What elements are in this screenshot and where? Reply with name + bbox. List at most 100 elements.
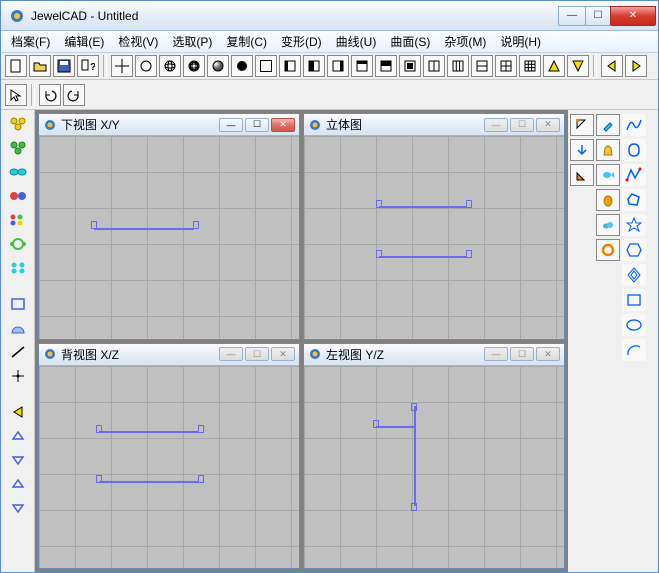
handle-icon[interactable] <box>466 250 472 258</box>
line-icon[interactable] <box>6 342 30 362</box>
menu-misc[interactable]: 杂项(M) <box>438 31 492 52</box>
handle-icon[interactable] <box>411 503 417 511</box>
ellipse-outline-icon[interactable] <box>622 314 646 336</box>
cyan-cluster-icon[interactable] <box>6 258 30 278</box>
geometry-line[interactable] <box>379 256 467 258</box>
sub-close-button[interactable]: ✕ <box>536 118 560 132</box>
menu-surface[interactable]: 曲面(S) <box>384 31 436 52</box>
open-button[interactable] <box>29 55 51 77</box>
corner-bl-icon[interactable] <box>570 164 594 186</box>
triangle-yellow-icon[interactable] <box>543 55 565 77</box>
square-box-icon[interactable] <box>399 55 421 77</box>
handle-icon[interactable] <box>376 200 382 208</box>
corner-tl-icon[interactable] <box>570 114 594 136</box>
viewport-top-canvas[interactable] <box>39 136 299 339</box>
viewport-top-titlebar[interactable]: 下视图 X/Y — ☐ ✕ <box>39 114 299 136</box>
cyan-ovals-icon[interactable] <box>6 162 30 182</box>
menu-help[interactable]: 说明(H) <box>494 31 547 52</box>
bag-icon[interactable] <box>596 139 620 161</box>
sub-min-button[interactable]: — <box>219 118 243 132</box>
sub-min-button[interactable]: — <box>484 118 508 132</box>
arc-icon[interactable] <box>622 339 646 361</box>
rect-outline-icon[interactable] <box>622 289 646 311</box>
pointer-icon[interactable] <box>5 84 27 106</box>
menu-view[interactable]: 检视(V) <box>112 31 164 52</box>
nav-up-icon[interactable] <box>6 426 30 446</box>
titlebar[interactable]: JewelCAD - Untitled — ☐ ✕ <box>1 1 658 31</box>
square-left-icon[interactable] <box>279 55 301 77</box>
geometry-line[interactable] <box>379 206 467 208</box>
viewport-persp-canvas[interactable] <box>304 136 564 339</box>
geometry-line[interactable] <box>94 228 194 230</box>
sub-close-button[interactable]: ✕ <box>271 347 295 361</box>
sphere-dense-icon[interactable] <box>183 55 205 77</box>
handle-icon[interactable] <box>373 420 379 428</box>
cross-icon[interactable] <box>6 366 30 386</box>
ring-green-icon[interactable] <box>6 234 30 254</box>
square-halfh-icon[interactable] <box>375 55 397 77</box>
geometry-line[interactable] <box>99 481 199 483</box>
handle-icon[interactable] <box>96 475 102 483</box>
new-button[interactable] <box>5 55 27 77</box>
nav-down2-icon[interactable] <box>6 498 30 518</box>
yellow-circles-icon[interactable] <box>6 114 30 134</box>
viewport-left-canvas[interactable] <box>304 366 564 569</box>
viewport-left[interactable]: 左视图 Y/Z — ☐ ✕ <box>303 343 565 570</box>
nav-up2-icon[interactable] <box>6 474 30 494</box>
menu-copy[interactable]: 复制(C) <box>220 31 273 52</box>
viewport-left-titlebar[interactable]: 左视图 Y/Z — ☐ ✕ <box>304 344 564 366</box>
crosshair-icon[interactable] <box>111 55 133 77</box>
sub-max-button[interactable]: ☐ <box>245 118 269 132</box>
star-path-icon[interactable] <box>622 214 646 236</box>
half-circle-icon[interactable] <box>6 318 30 338</box>
geometry-line[interactable] <box>414 406 416 506</box>
square-icon[interactable] <box>255 55 277 77</box>
ring-orange-icon[interactable] <box>596 239 620 261</box>
double-diamond-icon[interactable] <box>622 264 646 286</box>
prev-yellow-icon[interactable] <box>601 55 623 77</box>
square-hsplit-icon[interactable] <box>471 55 493 77</box>
viewport-back-canvas[interactable] <box>39 366 299 569</box>
sphere-wire-icon[interactable] <box>159 55 181 77</box>
redo-icon[interactable] <box>63 84 85 106</box>
menu-curve[interactable]: 曲线(U) <box>330 31 383 52</box>
viewport-persp-titlebar[interactable]: 立体图 — ☐ ✕ <box>304 114 564 136</box>
square-3col-icon[interactable] <box>447 55 469 77</box>
geometry-line[interactable] <box>376 426 414 428</box>
undo-icon[interactable] <box>39 84 61 106</box>
square-vsplit-icon[interactable] <box>423 55 445 77</box>
square-halfv-icon[interactable] <box>303 55 325 77</box>
dropper-icon[interactable] <box>596 114 620 136</box>
handle-icon[interactable] <box>198 425 204 433</box>
left-arrow-yellow-icon[interactable] <box>6 402 30 422</box>
sub-min-button[interactable]: — <box>484 347 508 361</box>
hexagon-icon[interactable] <box>622 239 646 261</box>
square-right-icon[interactable] <box>327 55 349 77</box>
sub-max-button[interactable]: ☐ <box>510 347 534 361</box>
viewport-top[interactable]: 下视图 X/Y — ☐ ✕ <box>38 113 300 340</box>
sub-close-button[interactable]: ✕ <box>271 118 295 132</box>
curve1-icon[interactable] <box>622 114 646 136</box>
nav-down-icon[interactable] <box>6 450 30 470</box>
polyline-icon[interactable] <box>622 164 646 186</box>
square-quad-icon[interactable] <box>495 55 517 77</box>
handle-icon[interactable] <box>198 475 204 483</box>
sub-min-button[interactable]: — <box>219 347 243 361</box>
minimize-button[interactable]: — <box>558 6 586 26</box>
square-grid9-icon[interactable] <box>519 55 541 77</box>
arrow-down-icon[interactable] <box>570 139 594 161</box>
square-topbar-icon[interactable] <box>351 55 373 77</box>
handle-icon[interactable] <box>466 200 472 208</box>
sub-max-button[interactable]: ☐ <box>245 347 269 361</box>
multi-circles-icon[interactable] <box>6 210 30 230</box>
next-yellow-icon[interactable] <box>625 55 647 77</box>
menu-file[interactable]: 档案(F) <box>5 31 56 52</box>
viewport-back-titlebar[interactable]: 背视图 X/Z — ☐ ✕ <box>39 344 299 366</box>
close-button[interactable]: ✕ <box>610 6 656 26</box>
curve-closed-icon[interactable] <box>622 139 646 161</box>
egg-icon[interactable] <box>596 189 620 211</box>
menu-edit[interactable]: 编辑(E) <box>58 31 110 52</box>
menu-select[interactable]: 选取(P) <box>166 31 218 52</box>
fish-icon[interactable] <box>596 164 620 186</box>
handle-icon[interactable] <box>96 425 102 433</box>
